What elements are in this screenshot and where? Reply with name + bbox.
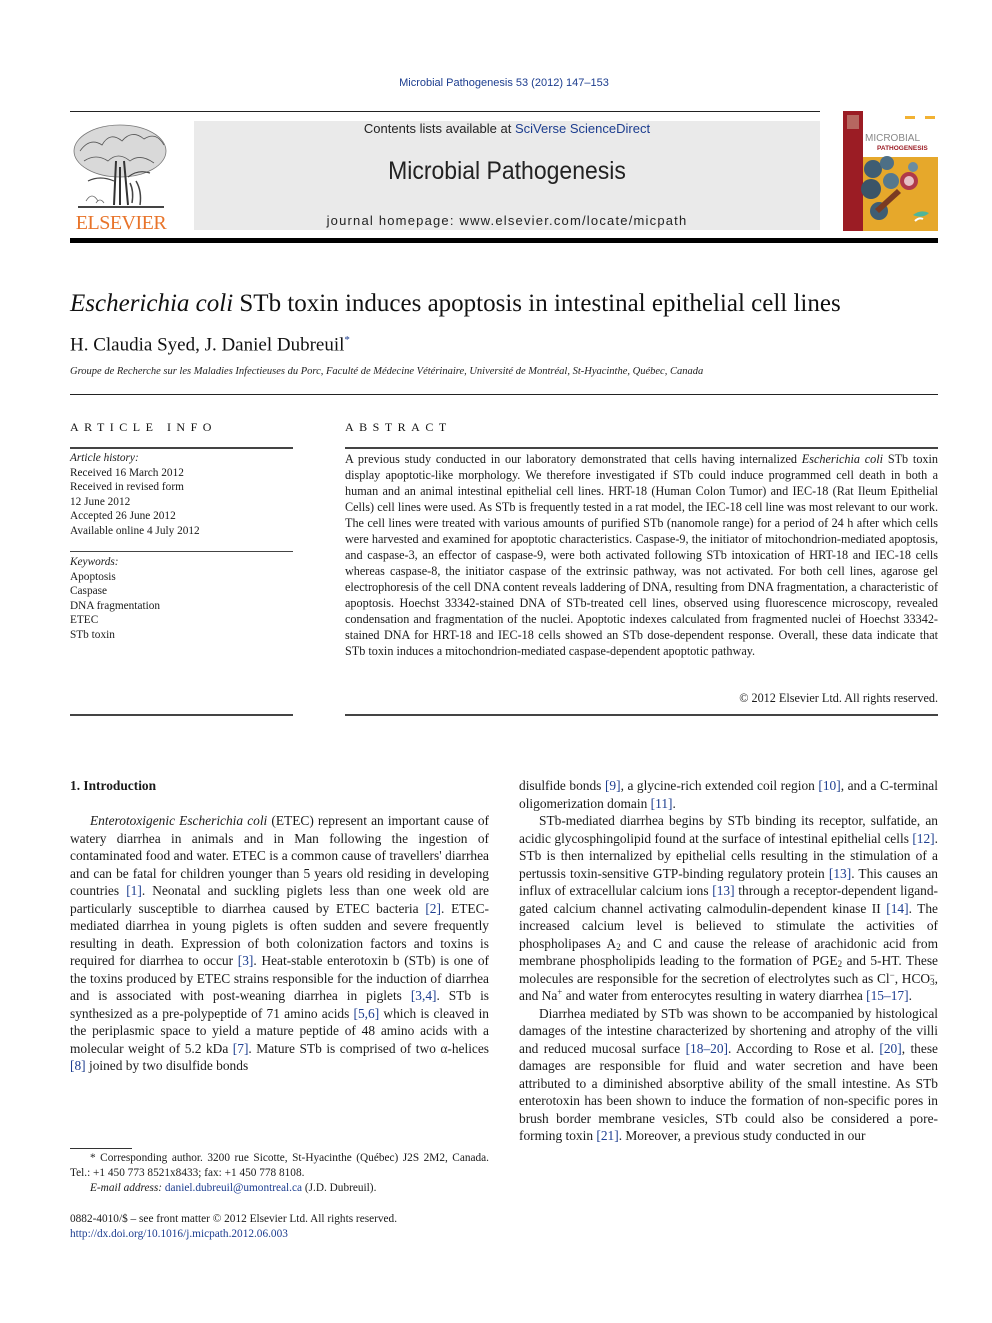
keyword: Apoptosis xyxy=(70,570,116,583)
citation-link[interactable]: [13] xyxy=(712,883,734,898)
elsevier-wordmark: ELSEVIER xyxy=(75,212,167,234)
citation-link[interactable]: [18–20] xyxy=(686,1041,728,1056)
text: disulfide bonds xyxy=(519,778,605,793)
corresponding-author-note: * Corresponding author. 3200 rue Sicotte… xyxy=(70,1152,489,1179)
abstract-italic: Escherichia coli xyxy=(801,452,884,466)
cover-subtitle: PATHOGENESIS xyxy=(877,145,928,152)
text: , a glycine-rich extended coil region xyxy=(620,778,819,793)
article-title-italic: Escherichia coli xyxy=(70,290,234,317)
keyword: Caspase xyxy=(70,585,108,597)
text: . xyxy=(908,988,912,1003)
keywords-label: Keywords: xyxy=(70,556,119,568)
contents-line: Contents lists available at SciVerse Sci… xyxy=(194,121,820,136)
abstract-part: A previous study conducted in our labora… xyxy=(345,452,802,466)
email-line: E-mail address: daniel.dubreuil@umontrea… xyxy=(70,1181,489,1196)
text: , HCO xyxy=(894,970,931,986)
keywords: Keywords: Apoptosis Caspase DNA fragment… xyxy=(70,555,293,642)
section-heading-introduction: 1. Introduction xyxy=(70,778,157,793)
body-column-right: joined by two disulfide bonds disulfide … xyxy=(519,777,938,1145)
citation-link[interactable]: [7] xyxy=(233,1041,249,1056)
history-item: Received in revised form xyxy=(70,481,184,493)
citation-link[interactable]: [2] xyxy=(425,901,441,916)
citation-link[interactable]: [1] xyxy=(126,883,142,898)
journal-citation[interactable]: Microbial Pathogenesis 53 (2012) 147–153 xyxy=(0,77,992,89)
header-top-rule xyxy=(70,111,820,112)
citation-link[interactable]: [14] xyxy=(886,901,908,916)
keyword: DNA fragmentation xyxy=(70,599,161,612)
divider xyxy=(70,394,938,395)
history-item: Accepted 26 June 2012 xyxy=(70,510,176,522)
email-suffix: (J.D. Dubreuil). xyxy=(302,1182,377,1194)
text: . xyxy=(672,795,676,811)
article-title-rest: STb toxin induces apoptosis in intestina… xyxy=(233,290,841,317)
affiliation: Groupe de Recherche sur les Maladies Inf… xyxy=(70,366,704,377)
article-title: Escherichia coli STb toxin induces apopt… xyxy=(70,290,950,318)
history-label: Article history: xyxy=(70,452,139,464)
intro-paragraph-1: Enterotoxigenic Escherichia coli (ETEC) … xyxy=(70,812,489,1075)
article-history: Article history: Received 16 March 2012 … xyxy=(70,451,293,538)
abstract-copyright: © 2012 Elsevier Ltd. All rights reserved… xyxy=(739,691,938,705)
history-item: Received 16 March 2012 xyxy=(70,466,184,479)
contents-prefix: Contents lists available at xyxy=(363,121,515,136)
text: and water from enterocytes resulting in … xyxy=(562,988,867,1003)
divider xyxy=(70,714,293,716)
journal-homepage[interactable]: journal homepage: www.elsevier.com/locat… xyxy=(194,213,820,228)
footnote: * Corresponding author. 3200 rue Sicotte… xyxy=(70,1151,489,1196)
divider xyxy=(70,551,293,552)
journal-cover-image: MICROBIAL PATHOGENESIS xyxy=(843,111,938,231)
journal-title: Microbial Pathogenesis xyxy=(388,157,626,185)
abstract-heading: ABSTRACT xyxy=(345,420,452,434)
footnote-rule xyxy=(70,1148,132,1149)
history-item: 12 June 2012 xyxy=(70,495,131,508)
divider xyxy=(70,447,293,449)
authors-names: H. Claudia Syed, J. Daniel Dubreuil xyxy=(70,334,345,356)
citation-link[interactable]: [11] xyxy=(651,796,673,811)
citation-link[interactable]: [10] xyxy=(818,778,840,793)
text: joined by two disulfide bonds xyxy=(85,1058,249,1073)
abstract-part: STb toxin display apoptotic-like morphol… xyxy=(345,452,938,658)
citation-link[interactable]: [12] xyxy=(912,831,934,846)
citation-link[interactable]: [21] xyxy=(596,1128,618,1143)
text: STb-mediated diarrhea begins by STb bind… xyxy=(519,813,938,846)
intro-paragraph-1-continued: joined by two disulfide bonds disulfide … xyxy=(519,777,938,812)
abstract-text: A previous study conducted in our labora… xyxy=(345,451,938,659)
citation-link[interactable]: [15–17] xyxy=(866,988,908,1003)
citation-link[interactable]: [3,4] xyxy=(411,988,437,1003)
citation-link[interactable]: [3] xyxy=(238,953,254,968)
front-matter: 0882-4010/$ – see front matter © 2012 El… xyxy=(70,1212,489,1242)
citation-link[interactable]: [20] xyxy=(879,1041,901,1056)
divider xyxy=(345,714,938,716)
body-column-left: 1. Introduction Enterotoxigenic Escheric… xyxy=(70,777,489,1075)
doi-link[interactable]: http://dx.doi.org/10.1016/j.micpath.2012… xyxy=(70,1228,288,1240)
header-thick-rule xyxy=(70,238,938,243)
cover-title: MICROBIAL xyxy=(865,133,920,144)
keyword: STb toxin xyxy=(70,628,115,641)
email-link[interactable]: daniel.dubreuil@umontreal.ca xyxy=(165,1182,302,1194)
corresponding-author-mark[interactable]: * xyxy=(344,334,350,346)
divider xyxy=(345,447,938,449)
citation-link[interactable]: [13] xyxy=(829,866,851,881)
author-list: H. Claudia Syed, J. Daniel Dubreuil* xyxy=(70,334,350,356)
history-item: Available online 4 July 2012 xyxy=(70,524,200,537)
text: . Mature STb is comprised of two α-helic… xyxy=(248,1040,490,1056)
citation-link[interactable]: [9] xyxy=(605,778,621,793)
sciencedirect-link[interactable]: SciVerse ScienceDirect xyxy=(515,121,650,136)
issn-line: 0882-4010/$ – see front matter © 2012 El… xyxy=(70,1213,398,1225)
citation-link[interactable]: [8] xyxy=(70,1058,86,1073)
article-info-heading: ARTICLE INFO xyxy=(70,420,217,434)
intro-paragraph-3: Diarrhea mediated by STb was shown to be… xyxy=(519,1005,938,1145)
email-label: E-mail address: xyxy=(90,1182,163,1194)
citation-link[interactable]: [5,6] xyxy=(354,1006,380,1021)
keyword: ETEC xyxy=(70,614,99,626)
text-italic: Enterotoxigenic Escherichia coli xyxy=(90,813,268,828)
intro-paragraph-2: STb-mediated diarrhea begins by STb bind… xyxy=(519,812,938,1005)
text: . According to Rose et al. xyxy=(728,1040,880,1056)
text: . Moreover, a previous study conducted i… xyxy=(618,1128,866,1143)
